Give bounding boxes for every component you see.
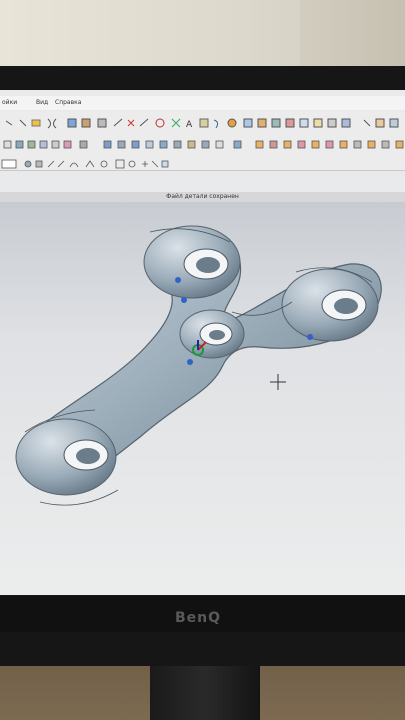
toolbar-row-3-icons[interactable] [0, 157, 405, 171]
svg-text:A: A [186, 120, 193, 130]
status-message: Файл детали сохранен [0, 192, 405, 202]
monitor-screen: ойки Вид Справка A Файл детали сохранен [0, 90, 405, 595]
toolbar-row-2-icons[interactable] [0, 134, 405, 156]
toolbar-row-2 [0, 134, 405, 157]
toolbar-row-3 [0, 156, 405, 171]
fidget-spinner-model[interactable] [0, 202, 405, 595]
3d-viewport[interactable] [0, 202, 405, 595]
menu-item-view[interactable]: Вид [36, 99, 48, 106]
toolbar-row-1-icons[interactable]: A [0, 112, 405, 134]
toolbar-row-1: A [0, 112, 405, 135]
cursor-crosshair-icon [270, 374, 286, 390]
menu-item-settings[interactable]: ойки [2, 99, 17, 106]
background-door [300, 0, 405, 72]
monitor-logo: BenQ [175, 610, 222, 626]
menu-item-help[interactable]: Справка [55, 99, 81, 106]
menu-bar: ойки Вид Справка [0, 96, 405, 110]
